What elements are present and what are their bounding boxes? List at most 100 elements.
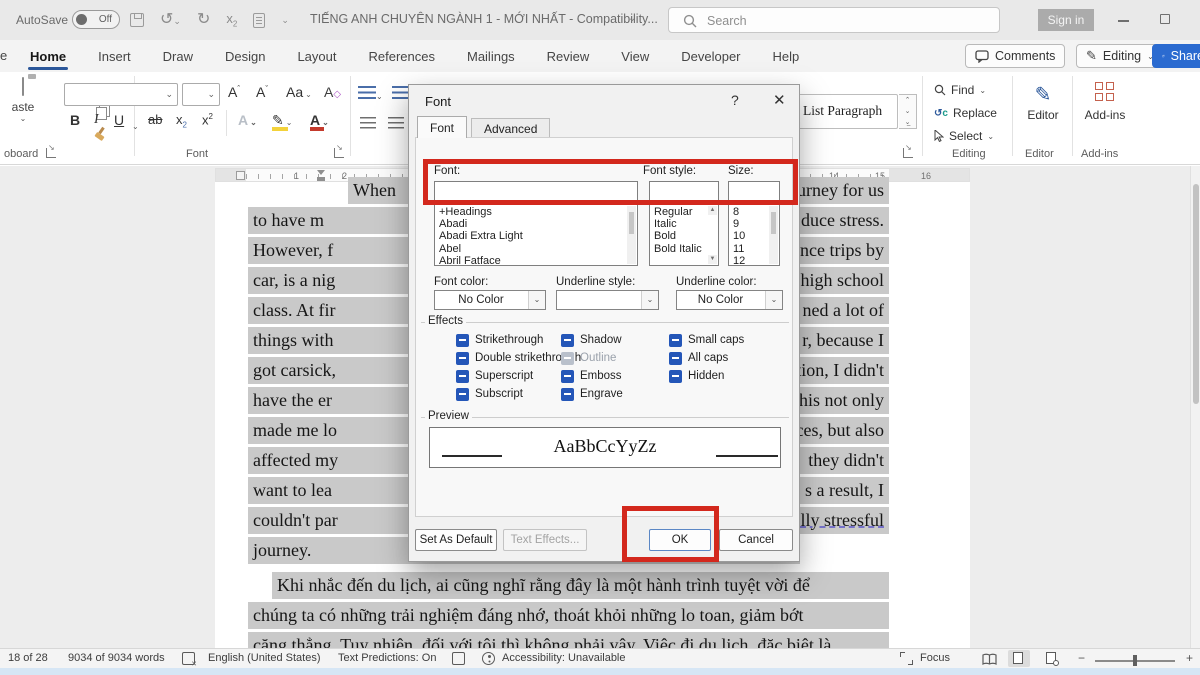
autosave-toggle[interactable]: Off (72, 10, 120, 29)
superscript-button[interactable]: x2 (202, 112, 213, 127)
effect-option[interactable]: Engrave (561, 387, 623, 401)
effect-checkbox[interactable] (669, 352, 682, 365)
ribbon-tab[interactable]: Draw (161, 43, 195, 70)
ribbon-tab[interactable]: Home (28, 43, 68, 70)
editing-mode-button[interactable]: ✎ Editing ⌄ (1076, 44, 1164, 68)
font-list-item[interactable]: Abel (435, 243, 637, 255)
effect-option[interactable]: Hidden (669, 369, 744, 383)
ribbon-tab[interactable]: Layout (295, 43, 338, 70)
scroll-up-icon[interactable]: ▲ (708, 206, 717, 215)
text-effects-button[interactable]: Text Effects... (503, 529, 587, 551)
ribbon-tab[interactable]: Design (223, 43, 267, 70)
scrollbar-thumb[interactable] (1193, 184, 1199, 404)
font-color-button[interactable]: A⌄ (310, 112, 329, 128)
effect-checkbox[interactable] (669, 334, 682, 347)
italic-button[interactable]: I (94, 112, 99, 128)
vertical-scrollbar[interactable] (1190, 166, 1200, 648)
dialog-tab-font[interactable]: Font (417, 116, 467, 138)
change-case-button[interactable]: Aa⌄ (286, 84, 312, 100)
tab-selector-icon[interactable] (236, 171, 245, 180)
font-dialog-launcher-icon[interactable] (334, 148, 344, 158)
strikethrough-button[interactable]: ab (148, 112, 162, 127)
language-indicator[interactable]: English (United States) (208, 652, 321, 664)
editor-button[interactable]: ✎ Editor (1016, 82, 1070, 122)
effect-option[interactable]: All caps (669, 351, 744, 365)
redo-icon[interactable]: ↻ (197, 10, 210, 30)
proofing-status-icon[interactable] (182, 652, 195, 665)
style-gallery-item[interactable]: List Paragraph (792, 94, 898, 129)
effect-option[interactable]: Emboss (561, 369, 623, 383)
underline-color-dropdown[interactable]: No Color ⌄ (676, 290, 783, 310)
effect-option[interactable]: Outline (561, 351, 623, 365)
word-count[interactable]: 9034 of 9034 words (68, 652, 165, 664)
subscript-button[interactable]: x2 (176, 112, 187, 130)
undo-icon[interactable]: ↺⌄ (160, 10, 181, 31)
save-icon[interactable] (130, 13, 144, 27)
ribbon-tab[interactable]: Insert (96, 43, 133, 70)
sign-in-button[interactable]: Sign in (1038, 9, 1094, 31)
effect-checkbox[interactable] (456, 334, 469, 347)
effect-checkbox[interactable] (456, 352, 469, 365)
zoom-out-button[interactable]: − (1078, 651, 1085, 665)
dialog-help-button[interactable]: ? (731, 92, 739, 108)
set-as-default-button[interactable]: Set As Default (415, 529, 497, 551)
grow-font-button[interactable]: Aˆ (228, 84, 240, 100)
selected-text-vietnamese-paragraph[interactable]: Khi nhắc đến du lịch, ai cũng nghĩ rằng … (248, 572, 889, 648)
font-list-item[interactable]: Abadi Extra Light (435, 230, 637, 242)
paste-qat-icon[interactable] (253, 13, 265, 28)
font-list-item[interactable]: Abadi (435, 218, 637, 230)
font-style-list[interactable]: ▲ ▼ RegularItalicBoldBold Italic (649, 204, 719, 266)
ribbon-tab[interactable]: Mailings (465, 43, 517, 70)
font-size-combo[interactable]: ⌄ (182, 83, 220, 106)
align-center-button[interactable] (388, 116, 404, 134)
align-left-button[interactable] (360, 116, 376, 134)
font-list[interactable]: +HeadingsAbadiAbadi Extra LightAbelAbril… (434, 204, 638, 266)
find-button[interactable]: Find ⌄ (934, 83, 986, 97)
font-style-list-item[interactable]: Bold (650, 230, 718, 242)
font-list-item[interactable]: Abril Fatface (435, 255, 637, 266)
document-text-line[interactable]: chúng ta có những trải nghiệm đáng nhớ, … (248, 602, 889, 629)
qat-customize-icon[interactable]: ⌄ (281, 15, 289, 26)
print-layout-button[interactable] (1008, 650, 1030, 667)
search-input[interactable]: Search (668, 7, 1000, 33)
accessibility-status[interactable]: Accessibility: Unavailable (502, 652, 626, 664)
font-size-list[interactable]: 89101112 (728, 204, 780, 266)
zoom-in-button[interactable]: + (1186, 651, 1193, 665)
dialog-close-button[interactable]: ✕ (773, 91, 786, 109)
web-layout-button[interactable] (1044, 651, 1059, 666)
effect-checkbox[interactable] (561, 334, 574, 347)
document-text-line[interactable]: căng thẳng. Tuy nhiên, đối với tôi thì k… (248, 632, 889, 648)
styles-dialog-launcher-icon[interactable] (903, 148, 913, 158)
font-style-list-item[interactable]: Bold Italic (650, 243, 718, 255)
clipboard-dialog-launcher-icon[interactable] (46, 148, 56, 158)
shrink-font-button[interactable]: Aˇ (256, 84, 268, 100)
style-gallery-arrows[interactable]: ⌃⌄⌄̲ (899, 94, 917, 129)
underline-style-dropdown[interactable]: ⌄ (556, 290, 659, 310)
text-effects-button[interactable]: A⌄ (238, 112, 257, 128)
ribbon-tab[interactable]: Review (545, 43, 592, 70)
cancel-button[interactable]: Cancel (719, 529, 793, 551)
effect-checkbox[interactable] (456, 388, 469, 401)
font-color-dropdown[interactable]: No Color ⌄ (434, 290, 546, 310)
bullets-button[interactable]: ⌄ (358, 86, 383, 104)
comments-button[interactable]: Comments (965, 44, 1065, 68)
dialog-tab-advanced[interactable]: Advanced (471, 118, 550, 138)
ribbon-tab[interactable]: Help (771, 43, 802, 70)
font-name-combo[interactable]: ⌄ (64, 83, 178, 106)
replace-button[interactable]: ↺c Replace (934, 106, 997, 120)
share-button[interactable]: Share (1152, 44, 1200, 68)
page-indicator[interactable]: 18 of 28 (8, 652, 48, 664)
ribbon-tab[interactable]: References (367, 43, 437, 70)
addins-button[interactable]: Add-ins (1078, 82, 1132, 122)
ribbon-tab[interactable]: View (619, 43, 651, 70)
effect-option[interactable]: Small caps (669, 333, 744, 347)
select-button[interactable]: Select ⌄ (934, 129, 994, 143)
focus-button[interactable]: Focus (920, 652, 950, 664)
effect-checkbox[interactable] (456, 370, 469, 383)
effect-option[interactable]: Shadow (561, 333, 623, 347)
text-predictions-indicator[interactable]: Text Predictions: On (338, 652, 436, 664)
minimize-icon[interactable] (1118, 20, 1129, 22)
effect-checkbox[interactable] (669, 370, 682, 383)
title-dropdown-icon[interactable]: ⌄ (628, 13, 636, 24)
document-text-line[interactable]: Khi nhắc đến du lịch, ai cũng nghĩ rằng … (272, 572, 889, 599)
